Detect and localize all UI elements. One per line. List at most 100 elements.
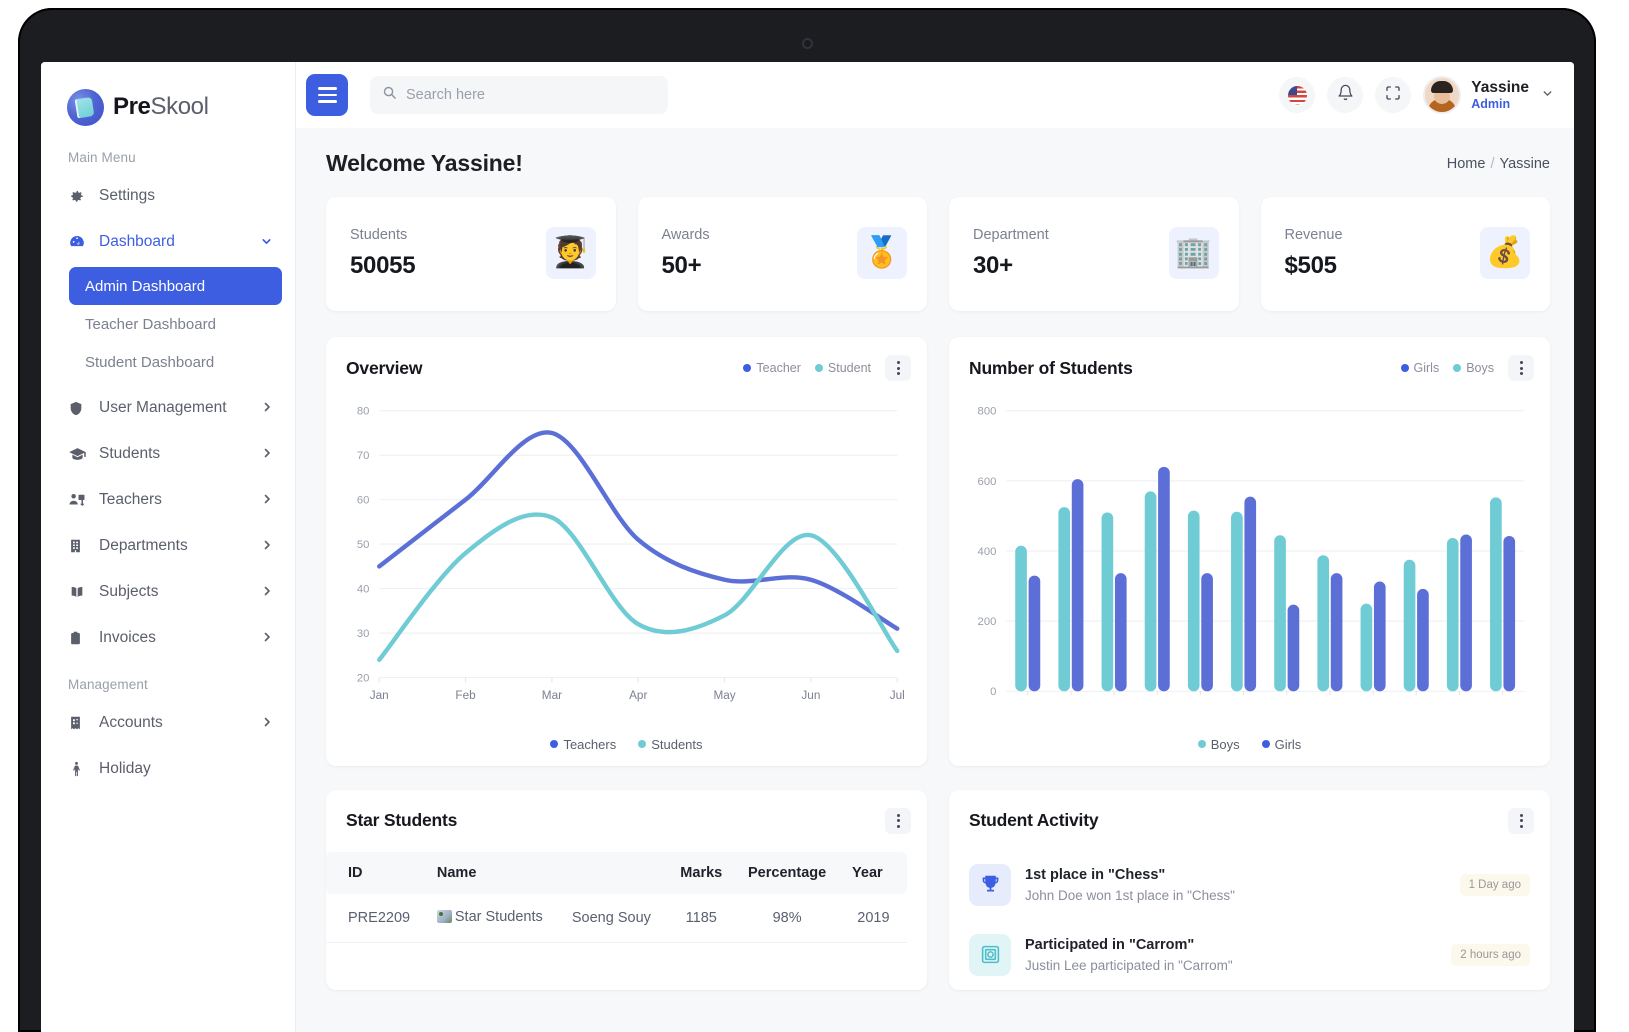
stat-label: Awards <box>661 226 710 243</box>
svg-text:Jul: Jul <box>890 689 905 702</box>
sidebar-item-settings[interactable]: Settings <box>41 173 295 219</box>
gear-icon <box>68 188 90 205</box>
svg-text:600: 600 <box>978 476 997 488</box>
search-box[interactable] <box>370 76 668 114</box>
stat-card-students[interactable]: Students 50055 🧑‍🎓 <box>326 197 616 311</box>
graduation-cap-icon <box>68 445 90 464</box>
card-header: Number of Students Girls Boys <box>949 337 1550 391</box>
legend-item-boys: Boys <box>1453 361 1494 375</box>
star-students-table: ID Name Marks Percentage Year PRE2209 St… <box>326 851 907 944</box>
user-name: Yassine <box>1471 79 1529 97</box>
medal-emoji-icon: 🏅 <box>857 227 907 279</box>
activity-item[interactable]: Participated in "Carrom" Justin Lee part… <box>969 920 1530 990</box>
line-chart: 20 30 40 50 60 70 80 Jan Feb Mar Apr May Jun Jul <box>357 406 905 702</box>
sidebar-toggle-button[interactable] <box>306 74 348 116</box>
brand-part-1: Pre <box>113 93 151 120</box>
stat-value: 50+ <box>661 251 702 279</box>
search-icon <box>382 85 397 105</box>
legend-item-students[interactable]: Students <box>638 736 703 752</box>
cell-marks: 1185 <box>668 893 735 944</box>
sidebar-item-subjects[interactable]: Subjects <box>41 569 295 615</box>
sidebar-subitem-label: Admin Dashboard <box>85 277 206 295</box>
sidebar-item-teacher-dashboard[interactable]: Teacher Dashboard <box>69 305 282 343</box>
receipt-icon <box>68 714 90 732</box>
language-flag-button[interactable] <box>1279 77 1316 113</box>
table-row[interactable]: PRE2209 Star Students Soeng Souy 1185 98… <box>326 893 907 944</box>
sidebar-item-invoices[interactable]: Invoices <box>41 615 295 661</box>
stat-cards: Students 50055 🧑‍🎓 Awards 50+ 🏅 Departme… <box>326 197 1550 311</box>
sidebar-item-accounts[interactable]: Accounts <box>41 700 295 746</box>
column-header-marks: Marks <box>668 851 735 894</box>
svg-text:Apr: Apr <box>629 689 647 702</box>
activity-list: 1st place in "Chess" John Doe won 1st pl… <box>949 842 1550 990</box>
card-title: Student Activity <box>969 810 1099 831</box>
cell-avatar: Star Students <box>426 893 562 944</box>
svg-text:Mar: Mar <box>542 689 562 702</box>
chevron-right-icon <box>261 493 273 507</box>
sidebar-item-departments[interactable]: Departments <box>41 523 295 569</box>
svg-text:Feb: Feb <box>455 689 476 702</box>
legend-item-boys-bottom[interactable]: Boys <box>1197 737 1240 752</box>
kebab-menu-icon[interactable] <box>885 355 911 381</box>
sidebar-item-label: Subjects <box>99 583 159 600</box>
stat-value: 30+ <box>973 251 1013 279</box>
maximize-icon <box>1385 85 1401 106</box>
stat-card-revenue[interactable]: Revenue $505 💰 <box>1260 197 1550 311</box>
students-plot-area: 0 200 400 600 800 <box>949 391 1550 735</box>
avatar <box>1423 76 1462 114</box>
user-profile-menu[interactable]: Yassine Admin <box>1423 76 1554 114</box>
money-emoji-icon: 💰 <box>1480 227 1530 279</box>
kebab-menu-icon[interactable] <box>1508 807 1534 834</box>
activity-item[interactable]: 1st place in "Chess" John Doe won 1st pl… <box>969 850 1530 920</box>
svg-text:50: 50 <box>357 539 370 551</box>
sidebar-item-students[interactable]: Students <box>41 431 295 477</box>
chevron-right-icon <box>261 401 273 415</box>
breadcrumb-separator: / <box>1490 155 1495 172</box>
sidebar: PreSkool Main Menu Settings Dashboard Ad… <box>41 62 296 1032</box>
legend-item-teachers[interactable]: Teachers <box>550 737 616 752</box>
sidebar-item-label: Accounts <box>99 714 163 731</box>
stat-label: Department <box>973 226 1049 243</box>
kebab-menu-icon[interactable] <box>1508 355 1534 381</box>
stat-card-awards[interactable]: Awards 50+ 🏅 <box>637 197 927 311</box>
legend-label: Teacher <box>756 361 801 375</box>
bottom-row: Star Students ID Name Marks Percentage Y… <box>326 789 1550 990</box>
kebab-menu-icon[interactable] <box>885 807 911 834</box>
breadcrumb: Home / Yassine <box>1447 156 1550 172</box>
activity-text: Participated in "Carrom" Justin Lee part… <box>1025 937 1437 973</box>
sidebar-item-dashboard[interactable]: Dashboard <box>41 219 295 265</box>
main-content: Welcome Yassine! Home / Yassine Students 5… <box>296 128 1574 1032</box>
sidebar-item-student-dashboard[interactable]: Student Dashboard <box>69 343 282 381</box>
brand-logo-link[interactable]: PreSkool <box>41 62 295 128</box>
stat-card-department[interactable]: Department 30+ 🏢 <box>949 197 1239 311</box>
legend-label: Students <box>651 736 703 752</box>
sidebar-item-user-management[interactable]: User Management <box>41 385 295 431</box>
card-title: Number of Students <box>969 357 1133 378</box>
fullscreen-button[interactable] <box>1375 77 1412 113</box>
svg-text:200: 200 <box>978 616 997 628</box>
chevron-down-icon <box>260 235 273 250</box>
sidebar-item-teachers[interactable]: Teachers <box>41 477 295 523</box>
overview-plot-area: 20 30 40 50 60 70 80 Jan Feb Mar Apr May Jun Jul <box>326 391 927 735</box>
notifications-button[interactable] <box>1327 77 1364 113</box>
svg-text:Jun: Jun <box>801 689 820 702</box>
card-title: Overview <box>346 357 423 378</box>
svg-text:70: 70 <box>357 450 370 462</box>
trophy-icon <box>969 863 1011 906</box>
sidebar-item-admin-dashboard[interactable]: Admin Dashboard <box>69 267 282 305</box>
building-icon <box>68 537 90 555</box>
sidebar-item-holiday[interactable]: Holiday <box>41 746 295 792</box>
page-title: Welcome Yassine! <box>326 150 523 176</box>
stat-label: Revenue <box>1284 226 1343 243</box>
search-input[interactable] <box>406 87 656 103</box>
sidebar-item-label: Students <box>99 445 161 462</box>
breadcrumb-home-link[interactable]: Home <box>1447 156 1486 172</box>
brand-name: PreSkool <box>113 93 209 121</box>
number-of-students-card: Number of Students Girls Boys 0 200 400 … <box>949 337 1550 766</box>
chevron-right-icon <box>261 585 273 599</box>
card-title: Star Students <box>346 810 458 831</box>
book-logo-icon <box>67 88 104 126</box>
svg-text:40: 40 <box>357 584 370 596</box>
legend-item-girls: Girls <box>1400 361 1439 375</box>
legend-item-girls-bottom[interactable]: Girls <box>1261 737 1301 752</box>
